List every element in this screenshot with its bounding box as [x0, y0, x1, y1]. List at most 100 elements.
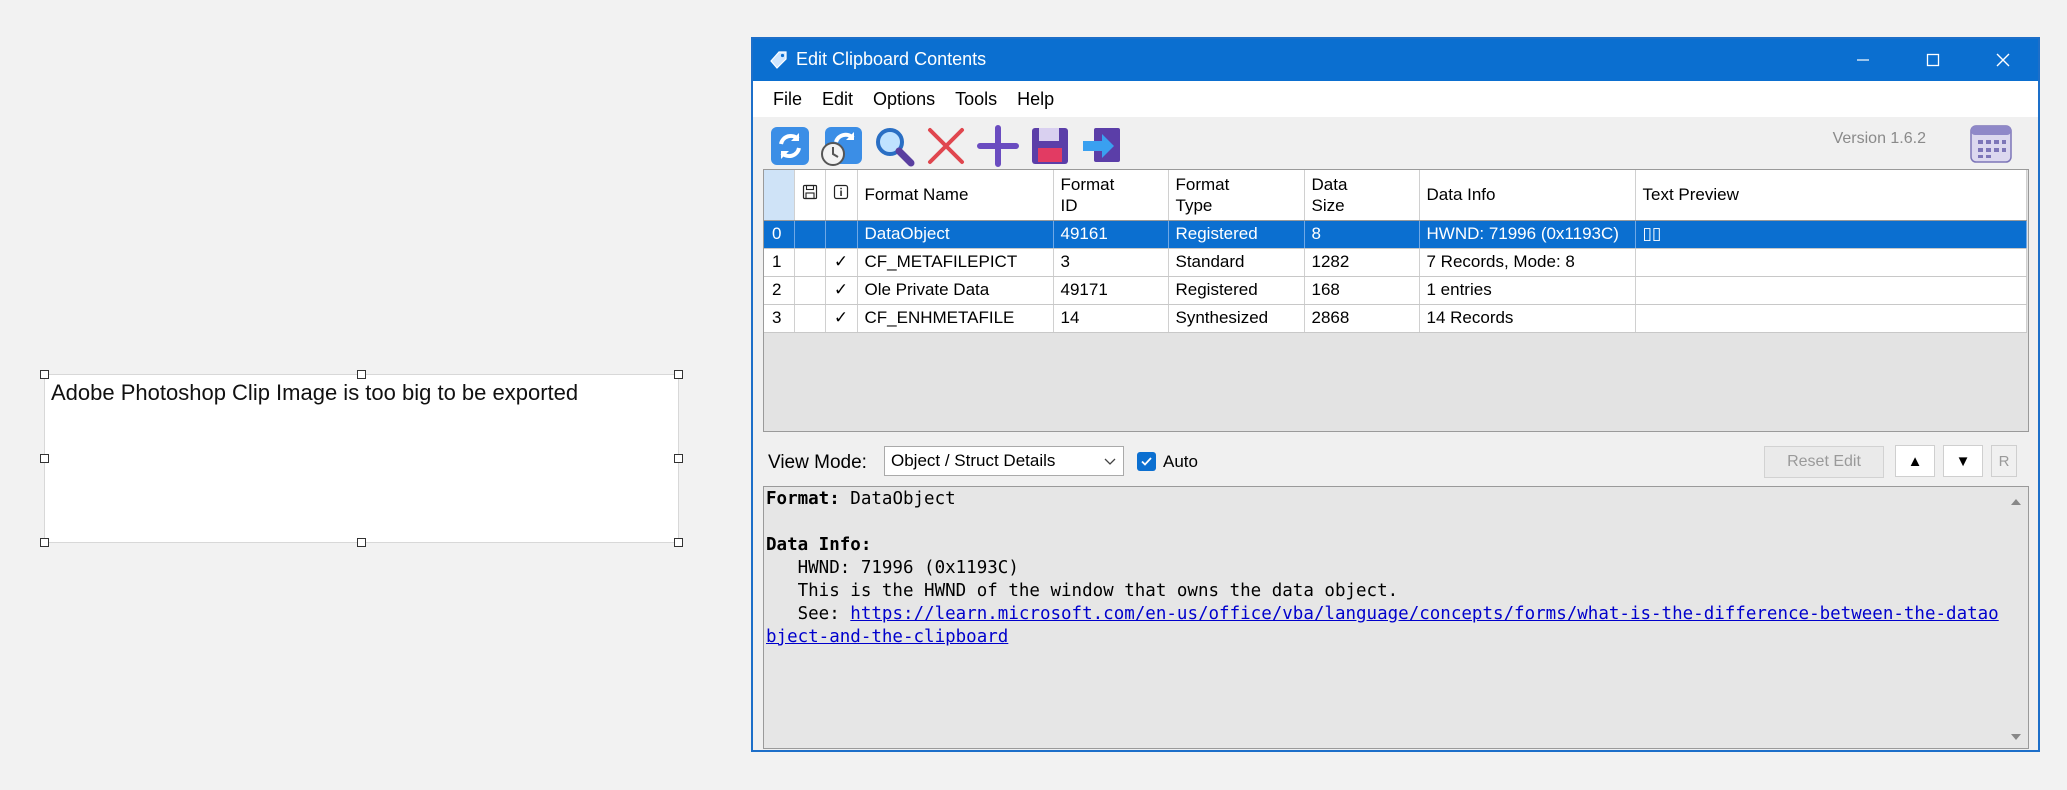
format-type-header[interactable]: Format Type [1168, 170, 1305, 221]
export-button[interactable] [1079, 123, 1125, 169]
chevron-down-icon [1104, 458, 1116, 465]
row-format-name: CF_ENHMETAFILE [857, 304, 1054, 333]
r-button[interactable]: R [1991, 445, 2017, 477]
maximize-button[interactable] [1898, 39, 1968, 81]
triangle-up-icon: ▲ [1907, 452, 1923, 470]
text-preview-header[interactable]: Text Preview [1635, 170, 2027, 221]
menu-file[interactable]: File [763, 89, 812, 110]
data-info-label: Data Info: [766, 535, 872, 555]
table-row-selected[interactable]: 0 DataObject 49161 Registered 8 HWND: 71… [764, 220, 2027, 249]
format-name-header[interactable]: Format Name [857, 170, 1054, 221]
search-button[interactable] [871, 123, 917, 169]
row-index: 3 [764, 304, 795, 333]
format-label: Format: [766, 489, 840, 509]
menu-tools[interactable]: Tools [945, 89, 1007, 110]
resize-handle-br[interactable] [674, 538, 683, 547]
hwnd-line: HWND: 71996 (0x1193C) [766, 558, 1019, 578]
data-size-header[interactable]: Data Size [1304, 170, 1420, 221]
row-index: 1 [764, 248, 795, 277]
save-button[interactable] [1027, 123, 1073, 169]
row-format-type: Registered [1168, 220, 1305, 249]
triangle-down-icon: ▼ [1955, 452, 1971, 470]
row-info-cell: ✓ [825, 276, 858, 305]
row-header-corner[interactable] [764, 170, 795, 221]
row-format-type: Synthesized [1168, 304, 1305, 333]
resize-handle-mr[interactable] [674, 454, 683, 463]
checkmark-icon [1141, 457, 1152, 466]
maximize-icon [1926, 53, 1940, 67]
see-label: See: [766, 604, 851, 624]
scroll-up-icon[interactable] [2010, 497, 2022, 507]
row-text-preview [1635, 304, 2027, 333]
details-panel[interactable]: Format: DataObject Data Info: HWND: 7199… [763, 486, 2029, 749]
row-format-type: Registered [1168, 276, 1305, 305]
close-button[interactable] [1968, 39, 2038, 81]
menu-bar: File Edit Options Tools Help [753, 81, 2038, 117]
row-format-name: DataObject [857, 220, 1054, 249]
row-format-type: Standard [1168, 248, 1305, 277]
reset-edit-button[interactable]: Reset Edit [1764, 446, 1884, 478]
row-format-id: 14 [1053, 304, 1169, 333]
calendar-icon [1970, 125, 2012, 163]
row-saved-cell [794, 276, 826, 305]
row-saved-cell [794, 304, 826, 333]
title-bar[interactable]: Edit Clipboard Contents [753, 39, 2038, 81]
grid-header-row: Format Name Format ID Format Type Data S… [764, 170, 2027, 221]
table-row[interactable]: 3 ✓ CF_ENHMETAFILE 14 Synthesized 2868 1… [764, 304, 2027, 333]
table-row[interactable]: 2 ✓ Ole Private Data 49171 Registered 16… [764, 276, 2027, 305]
row-data-info: 14 Records [1419, 304, 1636, 333]
resize-handle-bl[interactable] [40, 538, 49, 547]
minimize-button[interactable] [1828, 39, 1898, 81]
row-data-info: HWND: 71996 (0x1193C) [1419, 220, 1636, 249]
format-type-header-text: Format Type [1175, 174, 1230, 215]
window-title: Edit Clipboard Contents [796, 49, 987, 69]
add-button[interactable] [975, 123, 1021, 169]
resize-handle-ml[interactable] [40, 454, 49, 463]
row-format-name: Ole Private Data [857, 276, 1054, 305]
delete-button[interactable] [923, 123, 969, 169]
resize-handle-tm[interactable] [357, 370, 366, 379]
saved-column-header[interactable] [794, 170, 826, 221]
floppy-small-icon [802, 185, 817, 200]
minimize-icon [1857, 59, 1869, 61]
row-text-preview: ▯▯ [1635, 220, 2027, 249]
auto-checkbox[interactable] [1137, 452, 1156, 471]
data-info-header[interactable]: Data Info [1419, 170, 1636, 221]
scroll-down-icon[interactable] [2010, 732, 2022, 742]
view-mode-value: Object / Struct Details [891, 451, 1056, 470]
refresh-timed-button[interactable] [819, 123, 865, 169]
menu-options[interactable]: Options [863, 89, 945, 110]
row-index: 0 [764, 220, 795, 249]
clip-image-object[interactable]: Adobe Photoshop Clip Image is too big to… [40, 370, 683, 547]
data-size-header-text: Data Size [1311, 174, 1348, 215]
info-column-header[interactable] [825, 170, 858, 221]
resize-handle-bm[interactable] [357, 538, 366, 547]
row-data-info: 1 entries [1419, 276, 1636, 305]
row-text-preview [1635, 276, 2027, 305]
resize-handle-tl[interactable] [40, 370, 49, 379]
formats-table: Format Name Format ID Format Type Data S… [764, 170, 2027, 333]
row-data-size: 2868 [1304, 304, 1420, 333]
row-format-id: 3 [1053, 248, 1169, 277]
calendar-button[interactable] [1968, 119, 2014, 165]
table-row[interactable]: 1 ✓ CF_METAFILEPICT 3 Standard 1282 7 Re… [764, 248, 2027, 277]
move-down-button[interactable]: ▼ [1943, 445, 1983, 477]
magnifier-icon [876, 128, 915, 167]
close-icon [1996, 53, 2010, 67]
format-value: DataObject [839, 489, 956, 509]
move-up-button[interactable]: ▲ [1895, 445, 1935, 477]
resize-handle-tr[interactable] [674, 370, 683, 379]
view-mode-select[interactable]: Object / Struct Details [884, 446, 1124, 476]
hwnd-description: This is the HWND of the window that owns… [766, 581, 1399, 601]
format-id-header[interactable]: Format ID [1053, 170, 1169, 221]
formats-grid[interactable]: Format Name Format ID Format Type Data S… [763, 169, 2029, 432]
menu-edit[interactable]: Edit [812, 89, 863, 110]
docs-link[interactable]: https://learn.microsoft.com/en-us/office… [766, 604, 1999, 647]
row-info-cell: ✓ [825, 248, 858, 277]
menu-help[interactable]: Help [1007, 89, 1064, 110]
format-id-header-text: Format ID [1060, 174, 1115, 215]
export-arrow-icon [1083, 128, 1120, 162]
refresh-button[interactable] [767, 123, 813, 169]
row-saved-cell [794, 248, 826, 277]
